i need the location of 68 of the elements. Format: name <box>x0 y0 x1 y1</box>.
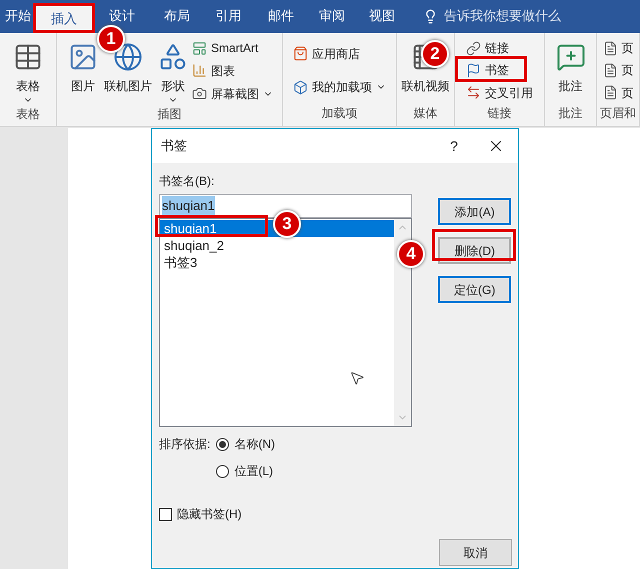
ribbon-tab[interactable]: 开始 <box>0 8 36 24</box>
list-item[interactable]: 书签3 <box>160 254 394 271</box>
radio-button[interactable] <box>216 464 230 478</box>
ribbon-button[interactable]: 应用商店 <box>293 44 386 63</box>
checkbox[interactable] <box>159 508 172 520</box>
mouse-cursor-icon <box>349 370 365 386</box>
page-icon <box>602 40 618 56</box>
ribbon-button[interactable]: 图片 <box>66 37 100 105</box>
ribbon-tab[interactable]: 设计 <box>92 8 152 24</box>
list-item[interactable]: shuqian_2 <box>160 237 394 254</box>
highlight-frame <box>455 56 527 82</box>
tell-me-placeholder: 告诉我你想要做什么 <box>444 7 561 26</box>
camera-icon <box>192 86 207 102</box>
dialog-button[interactable]: 定位(G) <box>438 276 511 303</box>
group-label: 加载项 <box>320 105 358 122</box>
group-label: 页眉和 <box>599 105 637 122</box>
dialog-title: 书签 <box>161 137 188 156</box>
diagram-icon <box>192 40 207 56</box>
tell-me-field[interactable]: 告诉我你想要做什么 <box>423 8 561 24</box>
cube-icon <box>293 80 308 95</box>
group-label: 表格 <box>15 106 41 123</box>
cancel-button[interactable]: 取消 <box>439 539 512 566</box>
shapes-icon <box>158 42 188 72</box>
highlight-frame <box>33 3 95 33</box>
globe-icon <box>113 42 143 72</box>
ribbon-button[interactable]: 书签 <box>466 61 533 80</box>
ribbon-button[interactable]: 页 <box>602 39 634 58</box>
arrows-icon <box>466 85 481 100</box>
shopping-bag-icon <box>293 46 308 62</box>
group-label: 链接 <box>486 105 512 122</box>
ribbon-tab[interactable]: 布局 <box>152 8 202 24</box>
picture-icon <box>68 42 98 72</box>
group-label: 批注 <box>558 105 584 122</box>
ribbon-tab[interactable]: 视图 <box>357 8 407 24</box>
sort-label: 排序依据: <box>159 436 210 453</box>
ribbon-button[interactable]: 屏幕截图 <box>192 84 273 103</box>
radio-button[interactable] <box>216 438 230 450</box>
radio-label: 位置(L) <box>234 463 274 480</box>
group-label: 插图 <box>156 106 182 123</box>
checkbox-label: 隐藏书签(H) <box>177 506 242 523</box>
ribbon-button[interactable]: 页 <box>602 84 634 102</box>
group-label: 媒体 <box>412 105 438 122</box>
page-icon <box>602 62 618 78</box>
lightbulb-icon <box>423 8 438 24</box>
comment-plus-icon <box>556 42 586 72</box>
ribbon-button[interactable]: 页 <box>602 61 634 80</box>
ribbon-button[interactable]: 形状 <box>156 37 190 105</box>
ribbon-tab[interactable]: 邮件 <box>255 8 307 24</box>
table-icon <box>13 42 43 72</box>
flag-icon <box>466 62 481 78</box>
bookmark-name-label: 书签名(B): <box>159 173 216 190</box>
ribbon-tab[interactable]: 引用 <box>202 8 255 24</box>
link-icon <box>466 40 481 56</box>
ribbon-tab[interactable]: 审阅 <box>307 8 357 24</box>
ribbon-button[interactable]: 交叉引用 <box>466 84 533 102</box>
ribbon-button[interactable]: SmartArt <box>192 39 273 58</box>
bookmark-name-value: shuqian1 <box>162 196 215 216</box>
ribbon-button[interactable]: 链接 <box>466 39 533 58</box>
bookmark-name-field[interactable]: shuqian1 <box>159 194 412 218</box>
dialog-button[interactable]: 添加(A) <box>438 198 511 225</box>
page-icon <box>602 85 618 100</box>
ribbon-button[interactable]: 批注 <box>554 37 588 104</box>
radio-label: 名称(N) <box>234 436 276 453</box>
ribbon-button[interactable]: 图表 <box>192 62 273 80</box>
ribbon-button[interactable]: 表格 <box>11 37 45 105</box>
help-button[interactable]: ? <box>434 129 474 163</box>
ribbon-button[interactable]: 我的加载项 <box>293 78 386 96</box>
bar-chart-icon <box>192 63 207 78</box>
